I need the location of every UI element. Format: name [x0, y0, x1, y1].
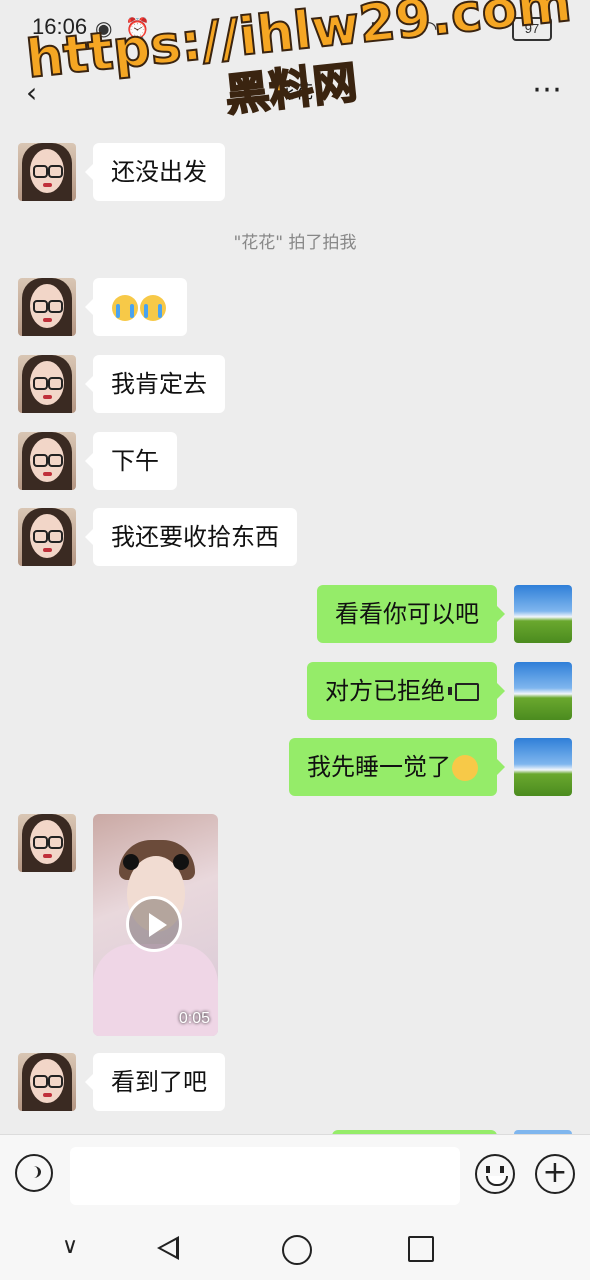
my-message-bubble[interactable]: 看看你可以吧 [317, 585, 505, 643]
nav-home-icon[interactable] [282, 1235, 312, 1265]
message-bubble[interactable]: 我还要收拾东西 [85, 508, 297, 566]
sleepy-emoji-icon [452, 755, 478, 781]
video-call-icon [448, 683, 479, 701]
nav-down-icon[interactable]: ∨ [62, 1234, 78, 1259]
my-message-bubble[interactable]: 我先睡一觉了 [289, 738, 505, 796]
crying-emoji-icon [112, 295, 138, 321]
eye-icon: ◉ [95, 16, 113, 40]
chat-title: 花花 [277, 82, 313, 103]
status-bar: 16:06 ◉ ⏰ ▮ ◠ 97 [0, 0, 590, 58]
message-bubble[interactable] [85, 278, 187, 336]
battery-icon: 97 [512, 17, 552, 41]
avatar[interactable] [18, 355, 76, 413]
chat-header: ‹ 花花 ⋯ [0, 58, 590, 130]
alarm-icon: ⏰ [125, 16, 150, 40]
call-declined-bubble[interactable]: 对方已拒绝 [307, 662, 505, 720]
message-bubble[interactable]: 还没出发 [85, 143, 225, 201]
system-message: "花花" 拍了拍我 [233, 233, 357, 253]
crying-emoji-icon [140, 295, 166, 321]
avatar[interactable] [18, 432, 76, 490]
message-bubble[interactable]: 看到了吧 [85, 1053, 225, 1111]
nav-recent-icon[interactable] [408, 1236, 434, 1262]
system-nav-bar: ∨ [0, 1216, 590, 1280]
voice-icon[interactable] [15, 1154, 53, 1192]
avatar[interactable] [18, 278, 76, 336]
more-icon[interactable]: ⋯ [532, 72, 564, 107]
avatar[interactable] [18, 1053, 76, 1111]
avatar[interactable] [18, 143, 76, 201]
avatar[interactable] [18, 814, 76, 872]
my-avatar[interactable] [514, 738, 572, 796]
video-message[interactable]: 0:05 [93, 814, 218, 1036]
my-avatar[interactable] [514, 662, 572, 720]
play-icon[interactable] [126, 896, 182, 952]
message-bubble[interactable]: 下午 [85, 432, 177, 490]
my-avatar[interactable] [514, 585, 572, 643]
plus-icon[interactable]: + [535, 1154, 575, 1194]
call-status-text: 对方已拒绝 [325, 677, 445, 705]
emoji-icon[interactable] [475, 1154, 515, 1194]
input-bar: + [0, 1134, 590, 1217]
nav-back-icon[interactable] [157, 1236, 179, 1260]
status-time: 16:06 [32, 14, 88, 39]
wifi-icon: ◠ [420, 16, 438, 40]
signal-icon: ▮ [370, 16, 382, 40]
message-text: 我先睡一觉了 [307, 753, 451, 781]
message-input[interactable] [70, 1147, 460, 1205]
message-bubble[interactable]: 我肯定去 [85, 355, 225, 413]
avatar[interactable] [18, 508, 76, 566]
battery-level: 97 [524, 21, 540, 36]
video-duration: 0:05 [178, 1010, 210, 1027]
